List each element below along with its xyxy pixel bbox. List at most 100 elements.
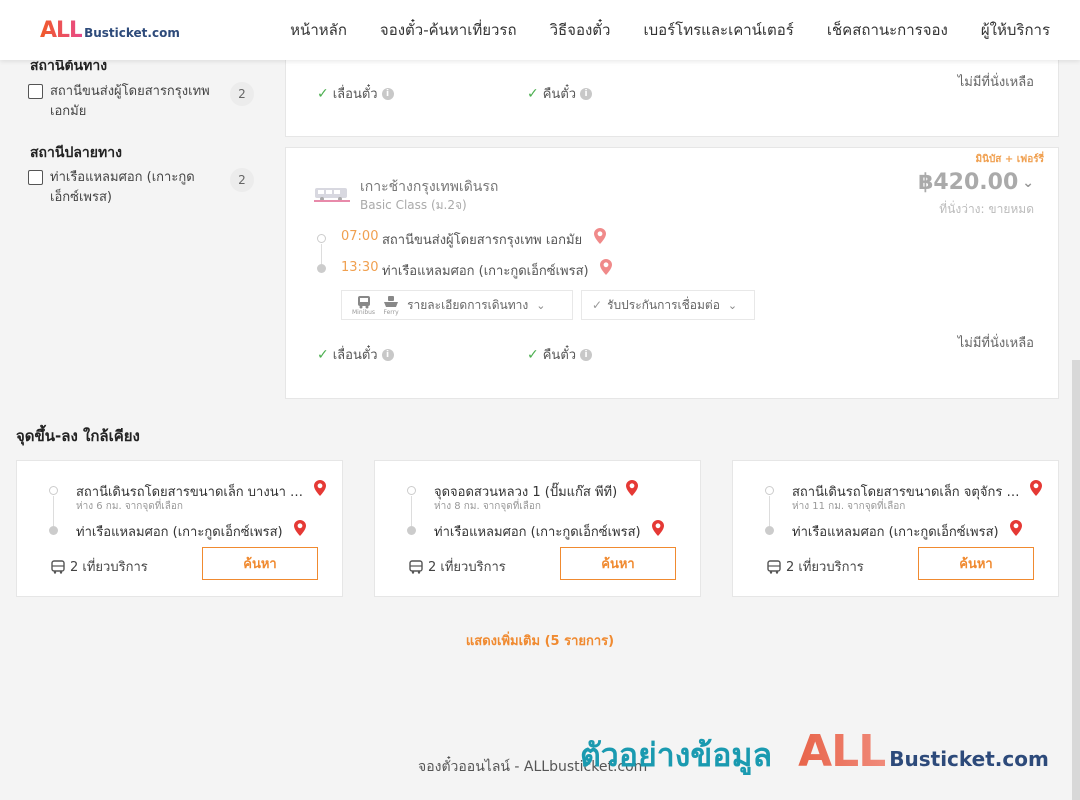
nearby-to-station: ท่าเรือแหลมศอก (เกาะกูดเอ็กซ์เพรส)	[76, 525, 283, 540]
vehicle-type-tag: มินิบัส + เฟอร์รี่	[975, 154, 1044, 165]
origin-count-badge: 2	[230, 82, 254, 106]
nearby-trip-count: 2 เที่ยวบริการ	[409, 556, 506, 577]
check-icon: ✓	[527, 346, 539, 363]
map-pin-icon[interactable]	[652, 520, 664, 536]
nearby-distance: ห่าง 8 กม. จากจุดที่เลือก	[434, 501, 541, 512]
nav-check-status[interactable]: เช็คสถานะการจอง	[827, 18, 948, 42]
departure-dot-icon	[49, 486, 58, 495]
trip-card-2: มินิบัส + เฟอร์รี่ เกาะช้างกรุงเทพเดินรถ…	[285, 147, 1059, 399]
nav-contact[interactable]: เบอร์โทรและเคาน์เตอร์	[643, 18, 793, 42]
check-icon: ✓	[317, 346, 329, 363]
departure-station: สถานีขนส่งผู้โดยสารกรุงเทพ เอกมัย	[382, 233, 583, 248]
check-icon: ✓	[592, 298, 603, 312]
destination-filter-label: ท่าเรือแหลมศอก (เกาะกูดเอ็กซ์เพรส)	[50, 170, 195, 205]
departure-dot-icon	[765, 486, 774, 495]
info-icon[interactable]: i	[580, 87, 593, 100]
nearby-search-button[interactable]: ค้นหา	[918, 547, 1034, 580]
connection-guarantee-toggle[interactable]: ✓ รับประกันการเชื่อมต่อ ⌄	[581, 290, 755, 320]
refund-label: คืนตั๋ว	[542, 87, 577, 102]
main-nav: หน้าหลัก จองตั๋ว-ค้นหาเที่ยวรถ วิธีจองตั…	[290, 0, 1050, 60]
map-pin-icon[interactable]	[294, 520, 306, 536]
site-header: ALL Busticket.com หน้าหลัก จองตั๋ว-ค้นหา…	[0, 0, 1080, 60]
nearby-card-1: สถานีเดินรถโดยสารขนาดเล็ก บางนา (บางนา) …	[16, 460, 343, 597]
nearby-to-station: ท่าเรือแหลมศอก (เกาะกูดเอ็กซ์เพรส)	[792, 525, 999, 540]
destination-checkbox[interactable]	[28, 170, 43, 185]
destination-count-badge: 2	[230, 168, 254, 192]
trip-card-1: ไม่มีที่นั่งเหลือ ✓ เลื่อนตั๋ว i ✓ คืนตั…	[285, 50, 1059, 137]
watermark-all-text: ALL	[798, 726, 886, 777]
reschedule-label: เลื่อนตั๋ว	[332, 87, 378, 102]
connection-guarantee-label: รับประกันการเชื่อมต่อ	[607, 297, 720, 312]
departure-dot-icon	[407, 486, 416, 495]
logo-busticket-text: Busticket.com	[84, 26, 180, 40]
departure-time: 07:00	[341, 229, 379, 244]
operator-class: Basic Class (ม.2จ)	[360, 198, 467, 212]
departure-dot-icon	[317, 234, 326, 243]
arrival-time: 13:30	[341, 260, 379, 275]
route-details-label: รายละเอียดการเดินทาง	[407, 297, 529, 312]
check-icon: ✓	[317, 85, 329, 102]
nav-operators[interactable]: ผู้ให้บริการ	[981, 18, 1050, 42]
origin-checkbox[interactable]	[28, 84, 43, 99]
arrival-dot-icon	[317, 264, 326, 273]
watermark-busticket-text: Busticket.com	[889, 747, 1049, 771]
nearby-to-station: ท่าเรือแหลมศอก (เกาะกูดเอ็กซ์เพรส)	[434, 525, 641, 540]
route-details-toggle[interactable]: Minibus Ferry รายละเอียดการเดินทาง ⌄	[341, 290, 573, 320]
destination-filter-item[interactable]: ท่าเรือแหลมศอก (เกาะกูดเอ็กซ์เพรส) 2	[28, 168, 254, 208]
trip-count-label: 2 เที่ยวบริการ	[70, 560, 148, 575]
sample-data-watermark: ตัวอย่างข้อมูล ALL Busticket.com	[580, 726, 1049, 781]
nav-booking[interactable]: จองตั๋ว-ค้นหาเที่ยวรถ	[380, 18, 517, 42]
timeline-line	[769, 496, 770, 526]
refund-policy: ✓ คืนตั๋ว i	[527, 344, 593, 365]
page-scrollbar[interactable]	[1072, 360, 1080, 800]
ticket-price: ฿420.00	[918, 170, 1019, 195]
timeline-line	[53, 496, 54, 526]
timeline-line	[411, 496, 412, 526]
chevron-down-icon: ⌄	[1022, 174, 1034, 191]
reschedule-label: เลื่อนตั๋ว	[332, 348, 378, 363]
nav-home[interactable]: หน้าหลัก	[290, 18, 347, 42]
watermark-thai-text: ตัวอย่างข้อมูล	[580, 736, 773, 774]
ferry-icon: Ferry	[383, 295, 399, 316]
arrival-dot-icon	[407, 526, 416, 535]
info-icon[interactable]: i	[381, 348, 394, 361]
no-seat-label: ไม่มีที่นั่งเหลือ	[957, 75, 1034, 90]
info-icon[interactable]: i	[381, 87, 394, 100]
nearby-distance: ห่าง 6 กม. จากจุดที่เลือก	[76, 501, 183, 512]
arrival-station: ท่าเรือแหลมศอก (เกาะกูดเอ็กซ์เพรส)	[382, 264, 589, 279]
origin-filter-label: สถานีขนส่งผู้โดยสารกรุงเทพ เอกมัย	[50, 84, 210, 119]
logo-all-text: ALL	[40, 18, 83, 43]
bus-icon	[767, 559, 781, 574]
map-pin-icon[interactable]	[626, 480, 638, 496]
bus-icon	[409, 559, 423, 574]
map-pin-icon[interactable]	[594, 228, 606, 244]
price-toggle[interactable]: ฿420.00 ⌄	[918, 170, 1034, 195]
map-pin-icon[interactable]	[314, 480, 326, 496]
chevron-down-icon: ⌄	[536, 298, 546, 312]
reschedule-policy: ✓ เลื่อนตั๋ว i	[317, 344, 394, 365]
map-pin-icon[interactable]	[1030, 480, 1042, 496]
refund-policy: ✓ คืนตั๋ว i	[527, 83, 593, 104]
minibus-icon: Minibus	[352, 295, 375, 316]
arrival-dot-icon	[49, 526, 58, 535]
map-pin-icon[interactable]	[600, 259, 612, 275]
origin-filter-item[interactable]: สถานีขนส่งผู้โดยสารกรุงเทพ เอกมัย 2	[28, 82, 254, 122]
destination-filter-title: สถานีปลายทาง	[30, 145, 122, 161]
info-icon[interactable]: i	[580, 348, 593, 361]
operator-logo-icon	[314, 188, 350, 202]
nearby-card-2: จุดจอดสวนหลวง 1 (ปั๊มแก๊ส พีที) ห่าง 8 ก…	[374, 460, 701, 597]
trip-count-label: 2 เที่ยวบริการ	[428, 560, 506, 575]
nav-how-to-book[interactable]: วิธีจองตั๋ว	[550, 18, 611, 42]
nearby-search-button[interactable]: ค้นหา	[202, 547, 318, 580]
refund-label: คืนตั๋ว	[542, 348, 577, 363]
nearby-search-button[interactable]: ค้นหา	[560, 547, 676, 580]
show-more-link[interactable]: แสดงเพิ่มเติม (5 รายการ)	[0, 630, 1080, 651]
nearby-card-3: สถานีเดินรถโดยสารขนาดเล็ก จตุจักร (จตุจั…	[732, 460, 1059, 597]
nearby-section-title: จุดขึ้น-ลง ใกล้เคียง	[16, 427, 140, 445]
no-seat-label: ไม่มีที่นั่งเหลือ	[957, 336, 1034, 351]
bus-icon	[51, 559, 65, 574]
map-pin-icon[interactable]	[1010, 520, 1022, 536]
nearby-distance: ห่าง 11 กม. จากจุดที่เลือก	[792, 501, 906, 512]
seat-availability: ที่นั่งว่าง: ขายหมด	[939, 202, 1034, 216]
site-logo[interactable]: ALL Busticket.com	[40, 18, 180, 43]
